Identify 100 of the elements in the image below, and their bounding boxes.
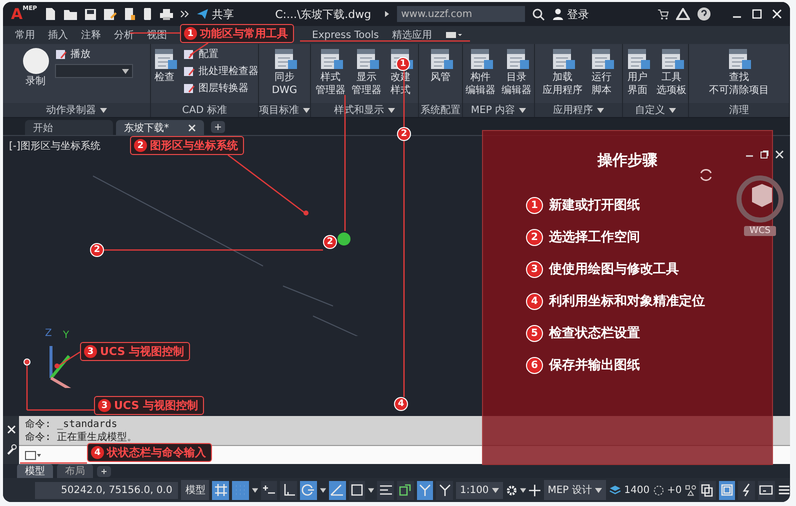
status-toggle-button[interactable] — [377, 480, 394, 500]
caret-icon — [669, 108, 676, 112]
ribbon-tool-button[interactable]: 用户 界面 — [624, 47, 652, 103]
viewport-label[interactable]: [-]图形区与坐标系统 — [9, 139, 100, 153]
ribbon-tab[interactable]: Express Tools — [312, 30, 379, 40]
ribbon-tool-button[interactable]: 图层转换器 — [182, 81, 258, 95]
add-icon[interactable] — [211, 121, 225, 133]
close-icon[interactable] — [6, 425, 16, 434]
ribbon-tool-button[interactable]: 构件 编辑器 — [464, 47, 496, 103]
edit-icon — [54, 48, 66, 60]
printer-icon[interactable] — [159, 8, 174, 20]
panel-title[interactable]: 清理 — [689, 103, 789, 117]
offset-value[interactable]: +0 — [666, 484, 682, 496]
ribbon-tool-button[interactable]: 样式 管理器 — [314, 47, 346, 103]
panel-title[interactable]: 应用程序 — [535, 103, 622, 117]
ribbon-tab[interactable]: 常用 — [15, 28, 35, 42]
caret-icon[interactable] — [368, 488, 374, 492]
caret-icon[interactable] — [520, 488, 526, 492]
help-icon[interactable] — [697, 7, 711, 21]
status-toggle-button[interactable] — [738, 480, 756, 500]
ribbon-tool-button[interactable]: 批处理检查器 — [182, 64, 258, 78]
panel-title[interactable]: 系统配置 — [419, 103, 462, 117]
close-icon[interactable] — [772, 9, 782, 19]
status-toggle-button[interactable] — [300, 480, 317, 500]
app-logo[interactable]: A$^{MEP}$ — [11, 5, 38, 23]
login-button[interactable]: 登录 — [552, 6, 590, 22]
document-tab[interactable]: 开始 — [25, 120, 113, 135]
workspace-button[interactable]: MEP 设计 — [544, 480, 606, 500]
ribbon-tool-button[interactable]: 运行 脚本 — [588, 47, 616, 103]
lines-icon — [378, 483, 393, 497]
wrench-icon[interactable] — [6, 444, 16, 455]
ribbon-tool-button[interactable]: 同步 DWG — [270, 47, 298, 103]
status-toggle-button[interactable] — [280, 480, 298, 500]
save-icon[interactable] — [84, 8, 98, 20]
caret-icon — [594, 488, 602, 492]
viewcube-drawing[interactable] — [734, 174, 786, 224]
file-icon[interactable] — [44, 7, 58, 21]
ribbon-tool-button[interactable]: 查找 不可清除项目 — [708, 47, 770, 103]
layer-count[interactable]: 1400 — [624, 484, 650, 496]
status-toggle-button[interactable] — [718, 480, 736, 500]
coordinates-readout[interactable]: 50242.0, 75156.0, 0.0 — [35, 482, 178, 498]
caret-icon[interactable] — [320, 488, 326, 492]
shapes-icon[interactable] — [684, 484, 696, 496]
document-tab[interactable]: 东坡下载* — [116, 120, 204, 135]
ribbon-tool-button[interactable]: 目录 编辑器 — [500, 47, 532, 103]
close-icon[interactable] — [188, 124, 196, 132]
settings-icon[interactable] — [506, 484, 518, 496]
add-icon[interactable] — [97, 466, 111, 476]
plus-icon[interactable] — [529, 484, 541, 496]
step-number: 4 — [526, 292, 543, 310]
panel-title[interactable]: CAD 标准 — [151, 103, 258, 117]
ribbon-tab[interactable]: 分析 — [114, 28, 134, 42]
layout-tab[interactable]: 模型 — [17, 464, 53, 478]
save-as-icon[interactable] — [103, 8, 118, 20]
panel-title[interactable]: 项目标准 — [259, 103, 310, 117]
ribbon-tab[interactable]: 插入 — [48, 28, 68, 42]
more-icon[interactable] — [180, 9, 190, 19]
cart-icon[interactable] — [657, 8, 669, 20]
toggle-icon[interactable] — [444, 31, 463, 39]
status-toggle-button[interactable] — [397, 480, 414, 500]
status-toggle-button[interactable] — [758, 480, 775, 500]
status-toggle-button[interactable] — [232, 480, 249, 500]
search-field[interactable]: www.uzzf.com — [397, 6, 526, 22]
phone-icon[interactable] — [142, 7, 154, 21]
status-toggle-button[interactable] — [348, 480, 366, 500]
status-toggle-button[interactable] — [699, 480, 716, 500]
record-button[interactable]: 录制 — [20, 47, 50, 103]
menu-icon[interactable] — [778, 484, 790, 496]
ribbon-tool-button[interactable]: 播放 — [54, 47, 132, 61]
panel-title[interactable]: MEP 内容 — [463, 103, 534, 117]
restore-icon[interactable] — [760, 150, 769, 159]
model-space-button[interactable]: 模型 — [181, 480, 210, 500]
status-toggle-button[interactable] — [436, 480, 453, 500]
dropdown-field[interactable] — [54, 64, 132, 78]
status-toggle-button[interactable] — [212, 480, 229, 500]
isolate-icon[interactable] — [652, 484, 664, 496]
caret-icon[interactable] — [252, 488, 258, 492]
ribbon-tool-button[interactable]: 配置 — [182, 47, 258, 61]
status-toggle-button[interactable] — [416, 480, 434, 500]
status-toggle-button[interactable] — [260, 480, 278, 500]
panel-title[interactable]: 动作录制器 — [3, 103, 150, 117]
panel-title[interactable]: 自定义 — [623, 103, 688, 117]
ribbon-tool-button[interactable]: 风管 — [426, 47, 454, 103]
triangle-logo-icon[interactable] — [676, 8, 690, 20]
ribbon-tab[interactable]: 注释 — [81, 28, 101, 42]
share-button[interactable]: 共享 — [196, 6, 234, 22]
status-toggle-button[interactable] — [328, 480, 346, 500]
ribbon-tab[interactable]: 精选应用 — [392, 28, 432, 42]
ribbon-tool-button[interactable]: 检查 — [150, 47, 178, 103]
search-icon[interactable] — [532, 8, 546, 20]
layout-tab[interactable]: 布局 — [57, 464, 93, 478]
maximize-icon[interactable] — [752, 9, 762, 19]
ribbon-tool-button[interactable]: 工具 选项板 — [656, 47, 688, 103]
annotation-scale-button[interactable]: 1:100 — [456, 482, 503, 498]
ribbon-tool-button[interactable]: 加载 应用程序 — [542, 47, 584, 103]
layers-icon[interactable] — [608, 484, 622, 496]
ribbon-tool-button[interactable]: 显示 管理器 — [350, 47, 382, 103]
close-icon[interactable] — [775, 150, 784, 159]
file-icon[interactable] — [123, 7, 136, 21]
folder-icon[interactable] — [63, 8, 78, 20]
